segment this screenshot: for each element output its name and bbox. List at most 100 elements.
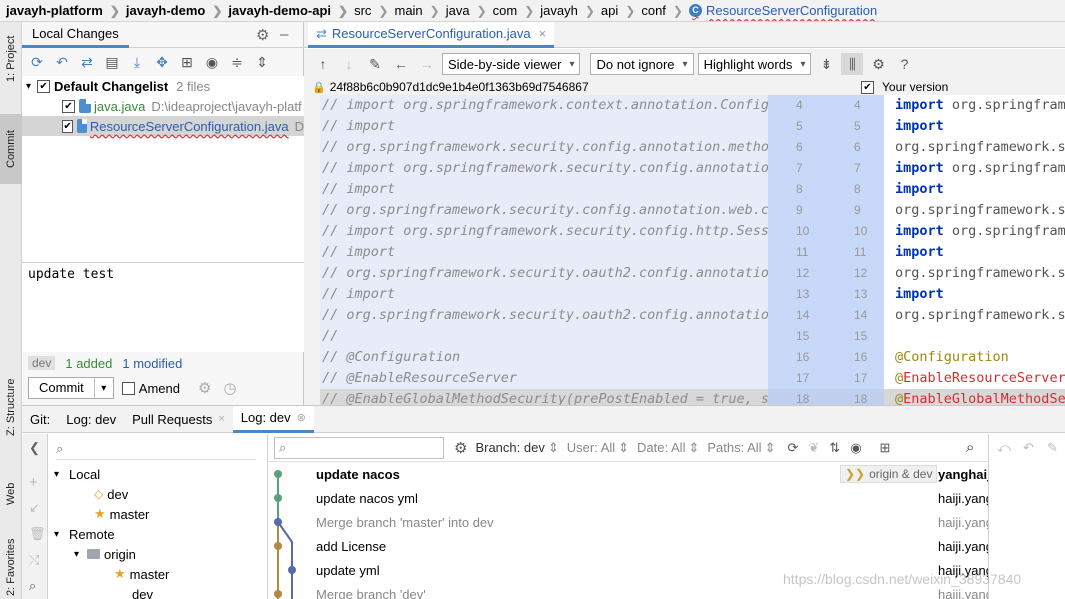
- minimize-icon[interactable]: –: [280, 26, 288, 43]
- collapse-all-icon[interactable]: ⇕: [251, 51, 273, 73]
- eye-icon[interactable]: ◉: [201, 51, 223, 73]
- branch-search[interactable]: ⌕: [56, 438, 256, 460]
- chevron-down-icon[interactable]: ▾: [95, 383, 113, 394]
- changelist-row[interactable]: ▾ ✔ Default Changelist 2 files: [22, 76, 304, 96]
- tab-pull-requests[interactable]: Pull Requests ×: [124, 406, 233, 433]
- arrow-down-icon[interactable]: ↓: [338, 53, 360, 75]
- branch-item[interactable]: ★ master: [114, 564, 169, 584]
- paths-filter[interactable]: Paths: All ⇕: [707, 440, 775, 456]
- checkbox[interactable]: ✔: [62, 99, 75, 113]
- structure-tool-tab[interactable]: Z: Structure: [0, 372, 22, 442]
- checkbox[interactable]: [121, 381, 135, 395]
- group-icon[interactable]: ⊞: [176, 51, 198, 73]
- tab-resource-server-configuration[interactable]: ⇄ ResourceServerConfiguration.java ×: [308, 22, 555, 48]
- move-icon[interactable]: ✥: [151, 51, 173, 73]
- checkbox[interactable]: ✔: [37, 79, 51, 93]
- close-icon[interactable]: ×: [539, 26, 547, 41]
- diff-icon[interactable]: ⇄: [76, 51, 98, 73]
- sort-icon[interactable]: ⇅: [829, 440, 840, 456]
- expand-all-icon[interactable]: ≑: [226, 51, 248, 73]
- arrow-icon[interactable]: ⤺: [997, 440, 1011, 456]
- commit-button[interactable]: Commit ▾: [28, 377, 114, 399]
- edit-icon[interactable]: ✎: [364, 53, 386, 75]
- changelist-icon[interactable]: ▤: [101, 51, 123, 73]
- checkbox[interactable]: ✔: [861, 81, 874, 94]
- arrow-right-icon[interactable]: →: [416, 53, 438, 75]
- add-icon[interactable]: +: [29, 474, 38, 491]
- collapse-icon[interactable]: ⇟: [815, 53, 837, 75]
- cherry-pick-icon[interactable]: ❦: [808, 440, 819, 456]
- date-filter[interactable]: Date: All ⇕: [637, 440, 699, 456]
- tab-log-dev-active[interactable]: Log: dev ⊗: [232, 405, 314, 433]
- log-row[interactable]: update nacos yanghaiji ❯❯ origin & dev: [268, 462, 994, 486]
- branch-group-local[interactable]: ▾ Local: [54, 464, 100, 484]
- amend-checkbox[interactable]: Amend: [121, 381, 180, 396]
- gear-icon[interactable]: ⚙: [198, 379, 211, 397]
- arrow-up-icon[interactable]: ↑: [312, 53, 334, 75]
- checkbox[interactable]: ✔: [62, 119, 74, 133]
- ignore-select[interactable]: Do not ignore ▾: [590, 53, 694, 75]
- gear-icon[interactable]: ⚙: [256, 26, 269, 44]
- refresh-icon[interactable]: ⟳: [787, 440, 798, 456]
- breadcrumb-item[interactable]: javayh-demo ❯: [126, 3, 229, 18]
- delete-icon[interactable]: 🗑: [29, 526, 46, 542]
- expand-arrow-icon[interactable]: ▾: [26, 81, 31, 92]
- help-icon[interactable]: ?: [893, 53, 915, 75]
- chevron-left-icon[interactable]: ❮: [29, 440, 40, 456]
- breadcrumb-item[interactable]: main ❯: [394, 3, 445, 18]
- branch-filter[interactable]: Branch: dev ⇕: [475, 440, 558, 456]
- highlight-select[interactable]: Highlight words ▾: [697, 53, 812, 75]
- commit-message-input[interactable]: update test: [22, 262, 304, 352]
- breadcrumb-item[interactable]: javayh ❯: [540, 3, 601, 18]
- breadcrumb-item[interactable]: api ❯: [601, 3, 641, 18]
- log-row[interactable]: add License haiji.yang: [268, 534, 993, 558]
- viewer-select[interactable]: Side-by-side viewer ▾: [442, 53, 581, 75]
- refresh-icon[interactable]: ⟳: [26, 51, 48, 73]
- download-icon[interactable]: ⤓: [126, 51, 148, 73]
- branch-item[interactable]: ◇ dev: [94, 484, 128, 504]
- breadcrumb-current[interactable]: C ResourceServerConfiguration: [688, 3, 877, 18]
- search-icon[interactable]: ⌕: [29, 578, 36, 594]
- branch-group-remote[interactable]: ▾ Remote: [54, 524, 115, 544]
- arrow-icon[interactable]: ↙: [29, 500, 40, 516]
- gear-icon[interactable]: ⚙: [867, 53, 889, 75]
- changed-file-row[interactable]: ✔ java.java D:\ideaproject\javayh-platf: [22, 96, 304, 116]
- branch-item[interactable]: dev: [132, 584, 153, 599]
- commit-tool-tab[interactable]: Commit: [0, 114, 22, 184]
- expand-arrow-icon[interactable]: ▾: [54, 469, 59, 480]
- close-icon[interactable]: ×: [218, 413, 224, 425]
- branch-item[interactable]: ★ master: [94, 504, 149, 524]
- eye-icon[interactable]: ◉: [850, 440, 861, 456]
- log-row[interactable]: Merge branch 'master' into dev haiji.yang: [268, 510, 993, 534]
- web-tool-tab[interactable]: Web: [0, 474, 22, 514]
- log-search-input[interactable]: ⌕: [274, 436, 444, 459]
- log-row[interactable]: update nacos yml haiji.yang: [268, 486, 993, 510]
- project-tool-tab[interactable]: 1: Project: [0, 28, 22, 90]
- expand-arrow-icon[interactable]: ▾: [74, 549, 79, 560]
- favorites-tool-tab[interactable]: 2: Favorites: [0, 536, 22, 598]
- sync-scroll-icon[interactable]: ⫼: [841, 53, 864, 75]
- expand-arrow-icon[interactable]: ▾: [54, 529, 59, 540]
- search-icon[interactable]: ⌕: [966, 439, 974, 456]
- breadcrumb-item[interactable]: conf ❯: [641, 3, 689, 18]
- breadcrumb-item[interactable]: com ❯: [493, 3, 541, 18]
- right-code-pane[interactable]: import org.springframe import org.springfr…: [884, 95, 1065, 405]
- new-tab-icon[interactable]: ⊞: [880, 440, 891, 456]
- edit-icon[interactable]: ✎: [1047, 440, 1058, 456]
- rollback-icon[interactable]: ↶: [51, 51, 73, 73]
- breadcrumb-item[interactable]: src ❯: [354, 3, 394, 18]
- tab-local-changes[interactable]: Local Changes: [22, 22, 129, 48]
- branch-group-origin[interactable]: ▾ origin: [74, 544, 136, 564]
- undo-icon[interactable]: ↶: [1023, 440, 1034, 456]
- changed-file-row[interactable]: ✔ ResourceServerConfiguration.java D: [22, 116, 304, 136]
- move-icon[interactable]: ⤭: [29, 552, 39, 568]
- breadcrumb-item[interactable]: java ❯: [446, 3, 493, 18]
- gear-icon[interactable]: ⚙: [454, 439, 467, 457]
- user-filter[interactable]: User: All ⇕: [567, 440, 629, 456]
- arrow-left-icon[interactable]: ←: [390, 53, 412, 75]
- left-code-pane[interactable]: // import org.springframework.context.an…: [320, 95, 768, 405]
- breadcrumb-item[interactable]: javayh-platform ❯: [6, 3, 126, 18]
- breadcrumb-item[interactable]: javayh-demo-api ❯: [228, 3, 354, 18]
- clock-icon[interactable]: ◷: [223, 379, 236, 397]
- close-icon[interactable]: ⊗: [297, 411, 306, 424]
